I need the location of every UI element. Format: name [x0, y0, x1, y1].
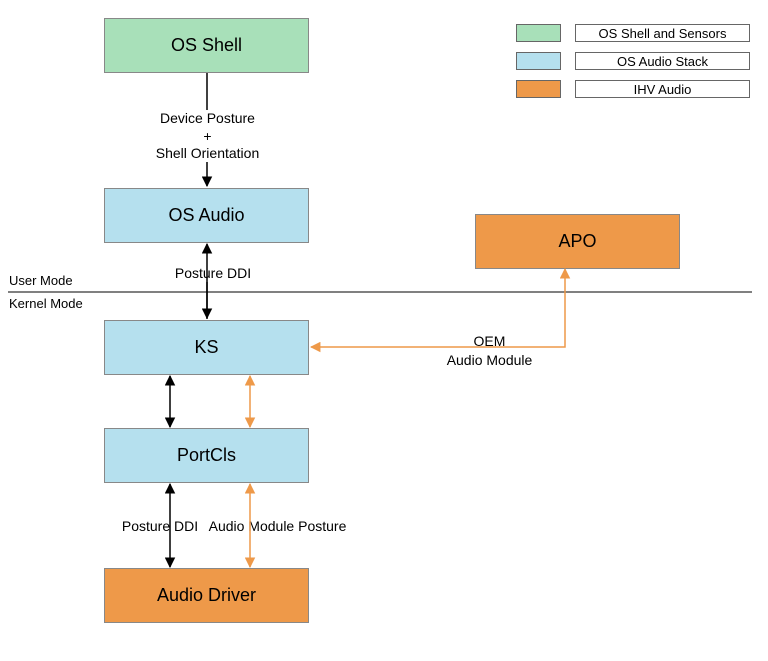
label-posture-ddi-upper: Posture DDI	[168, 265, 258, 281]
node-ks: KS	[104, 320, 309, 375]
node-portcls: PortCls	[104, 428, 309, 483]
legend-swatch-ihv	[516, 80, 561, 98]
legend-label-shell: OS Shell and Sensors	[575, 24, 750, 42]
node-audio-driver: Audio Driver	[104, 568, 309, 623]
label-device-posture: Device Posture	[155, 110, 260, 126]
label-posture-ddi-lower: Posture DDI	[115, 518, 205, 534]
label-audio-module-posture: Audio Module Posture	[200, 518, 355, 534]
legend-label-ihv: IHV Audio	[575, 80, 750, 98]
node-apo: APO	[475, 214, 680, 269]
legend-swatch-shell	[516, 24, 561, 42]
label-kernel-mode: Kernel Mode	[9, 296, 83, 311]
label-shell-orientation: Shell Orientation	[150, 145, 265, 161]
label-user-mode: User Mode	[9, 273, 73, 288]
node-os-shell: OS Shell	[104, 18, 309, 73]
label-oem: OEM	[432, 333, 547, 349]
legend-swatch-audio	[516, 52, 561, 70]
legend-label-audio: OS Audio Stack	[575, 52, 750, 70]
label-plus: +	[155, 128, 260, 144]
node-os-audio: OS Audio	[104, 188, 309, 243]
label-audio-module: Audio Module	[432, 352, 547, 368]
